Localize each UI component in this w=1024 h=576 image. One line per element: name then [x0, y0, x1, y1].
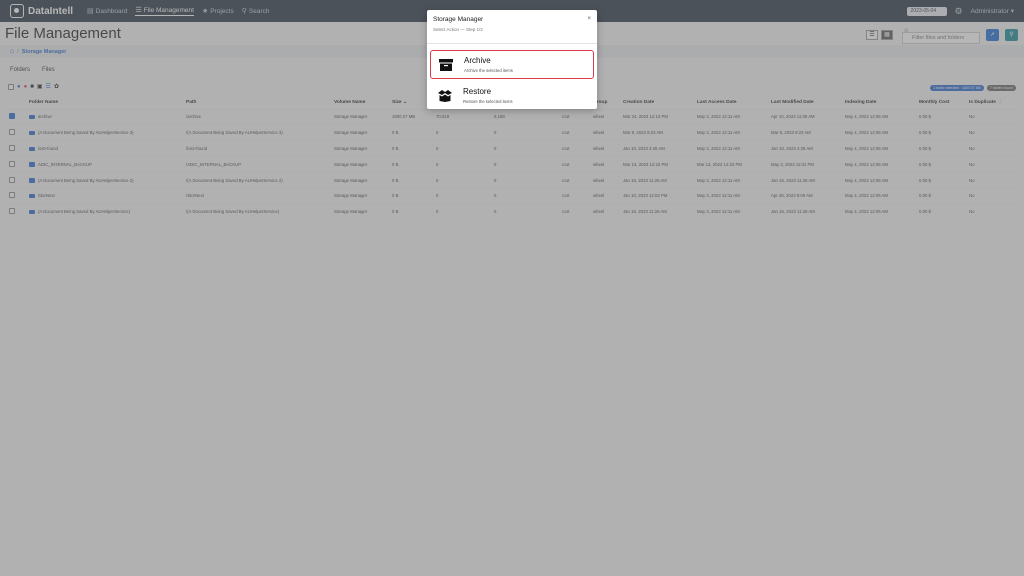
open-box-icon: [438, 90, 452, 102]
restore-option[interactable]: Restore Restore the selected items: [430, 82, 594, 111]
archive-option-label: Archive: [464, 56, 491, 65]
storage-manager-dialog: Storage Manager Select Action — Step 1/2…: [427, 10, 597, 109]
archive-option[interactable]: Archive Archive the selected items: [430, 50, 594, 79]
dialog-title: Storage Manager: [433, 16, 484, 23]
close-icon[interactable]: ×: [587, 16, 591, 22]
archive-box-icon: [439, 59, 453, 71]
restore-option-desc: Restore the selected items: [463, 99, 513, 104]
restore-option-label: Restore: [463, 87, 492, 96]
archive-option-desc: Archive the selected items: [464, 68, 513, 73]
dialog-divider: [427, 43, 597, 44]
dialog-subtitle: Select Action — Step 1/2: [433, 27, 483, 32]
